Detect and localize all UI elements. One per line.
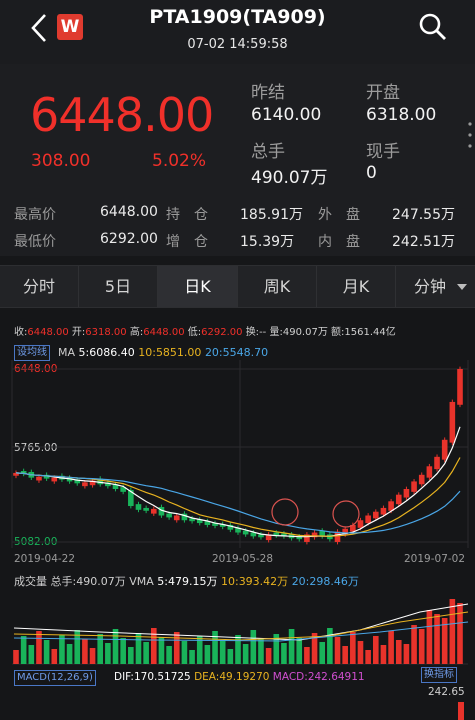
volume-bar xyxy=(43,640,50,664)
volume-bar xyxy=(342,646,348,664)
candle-body xyxy=(166,513,172,518)
kline-svg xyxy=(11,360,469,720)
volume-bar xyxy=(296,638,303,664)
candle-body xyxy=(418,474,425,485)
candle-body xyxy=(449,401,456,443)
candle-body xyxy=(82,482,88,487)
volume-bar xyxy=(204,645,211,664)
candle-body xyxy=(150,508,157,514)
candle-body xyxy=(380,507,387,515)
volume-bar xyxy=(350,632,356,664)
volume-bar xyxy=(59,635,65,664)
volume-bar xyxy=(449,599,456,664)
candle-body xyxy=(51,477,58,482)
volume-bar xyxy=(434,614,440,664)
candle-body xyxy=(372,511,379,519)
volume-bar xyxy=(357,641,364,664)
volume-bar xyxy=(166,646,172,664)
candle-body xyxy=(36,476,42,481)
volume-bar xyxy=(388,631,394,664)
volume-bar xyxy=(105,643,111,664)
ma10-line xyxy=(15,457,461,537)
highlight-circle xyxy=(271,498,299,526)
volume-bar xyxy=(82,639,88,664)
volume-bar xyxy=(20,636,27,664)
volume-bar xyxy=(13,650,19,664)
volume-bar xyxy=(250,630,257,664)
volume-bar xyxy=(418,629,425,664)
candle-body xyxy=(143,507,149,511)
volume-bar xyxy=(219,640,226,664)
candle-body xyxy=(441,439,448,460)
volume-bar xyxy=(304,647,310,664)
candle-body xyxy=(357,520,364,528)
volume-bar xyxy=(120,638,126,664)
volume-bar xyxy=(135,633,142,664)
volume-bar xyxy=(411,625,417,664)
candle-body xyxy=(395,494,402,505)
volume-bar xyxy=(112,629,119,664)
vol-ma10-line xyxy=(13,611,469,641)
macd-bar xyxy=(458,702,464,720)
volume-bar xyxy=(334,637,341,664)
candle-body xyxy=(426,466,433,478)
volume-bar xyxy=(242,644,249,664)
volume-bar xyxy=(380,645,387,664)
volume-bar xyxy=(51,649,58,664)
candle-body xyxy=(434,456,440,470)
volume-bar xyxy=(327,628,333,664)
volume-bar xyxy=(457,603,463,664)
candle-body xyxy=(411,481,417,492)
highlight-circle xyxy=(332,500,360,528)
volume-bar xyxy=(173,632,180,664)
volume-bar xyxy=(365,650,371,664)
candle-body xyxy=(365,515,371,524)
candle-body xyxy=(173,515,180,521)
candle-body xyxy=(403,489,410,498)
volume-bar xyxy=(288,629,295,664)
volume-bar xyxy=(181,641,188,664)
volume-bar xyxy=(128,647,134,664)
volume-bar xyxy=(66,644,73,664)
volume-bar xyxy=(89,648,96,664)
volume-bar xyxy=(212,631,218,664)
volume-bar xyxy=(395,640,402,664)
volume-bar xyxy=(36,631,42,664)
volume-bar xyxy=(97,634,104,664)
volume-bar xyxy=(265,648,272,664)
volume-bar xyxy=(227,649,234,664)
volume-bar xyxy=(150,628,157,664)
candle-body xyxy=(457,369,463,405)
volume-bar xyxy=(281,643,287,664)
volume-bar xyxy=(258,639,264,664)
candle-body xyxy=(242,530,249,535)
volume-bar xyxy=(235,635,241,664)
volume-bar xyxy=(403,644,410,664)
volume-bar xyxy=(372,636,379,664)
volume-bar xyxy=(319,642,326,664)
volume-bar xyxy=(143,642,149,664)
volume-bar xyxy=(158,637,165,664)
volume-bar xyxy=(189,650,195,664)
candle-body xyxy=(135,504,142,510)
volume-bar xyxy=(28,645,35,664)
